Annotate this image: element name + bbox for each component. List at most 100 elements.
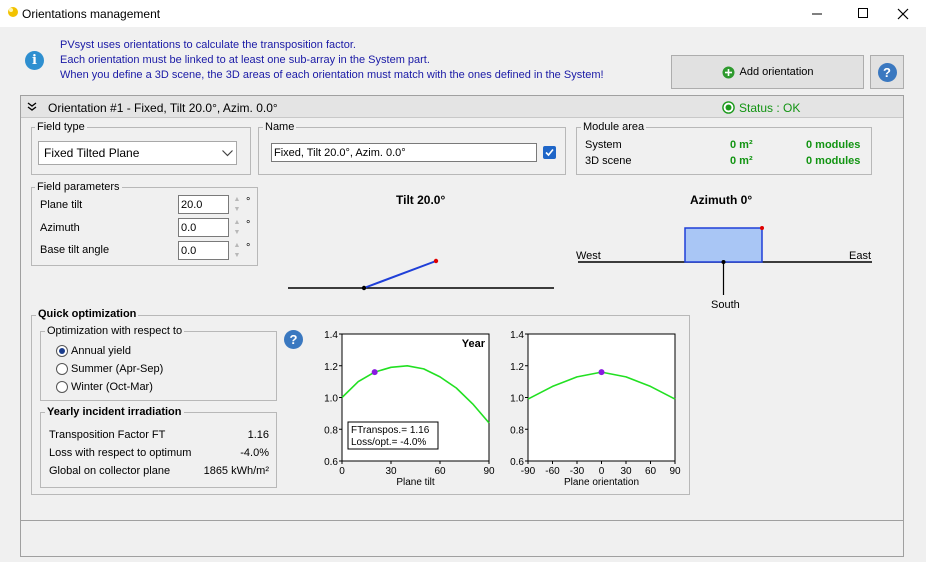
- info-line-2: Each orientation must be linked to at le…: [60, 54, 430, 66]
- annual-yield-label: Annual yield: [71, 345, 131, 357]
- winter-label: Winter (Oct-Mar): [71, 381, 153, 393]
- plane-tilt-down-icon[interactable]: ▼: [232, 205, 242, 214]
- help-button[interactable]: ?: [870, 55, 904, 89]
- tilt-chart-y-tick-label: 1.0: [324, 394, 338, 405]
- orient-chart-y-tick-label: 1.4: [510, 330, 524, 341]
- radio-winter[interactable]: [56, 381, 68, 393]
- summer-label: Summer (Apr-Sep): [71, 363, 164, 375]
- add-orientation-label: Add orientation: [739, 66, 814, 78]
- plane-tilt-unit: °: [246, 196, 251, 208]
- name-value: Fixed, Tilt 20.0°, Azim. 0.0°: [274, 147, 406, 159]
- azimuth-label: Azimuth: [40, 222, 80, 234]
- minimize-icon: [811, 13, 822, 15]
- status-text: Status : OK: [739, 101, 801, 115]
- tilted-plane-line: [363, 260, 437, 289]
- yearly-irradiation-title: Yearly incident irradiation: [45, 406, 184, 418]
- checkmark-icon: [545, 148, 554, 157]
- tilt-chart-current-point: [371, 369, 378, 376]
- plane-tilt-up-icon[interactable]: ▲: [232, 195, 242, 204]
- azimuth-diagram: [578, 226, 872, 295]
- plane-top-point: [433, 258, 439, 264]
- field-type-select[interactable]: Fixed Tilted Plane: [38, 141, 237, 165]
- name-title: Name: [263, 121, 297, 133]
- tilt-chart-x-tick-label: 90: [483, 466, 495, 477]
- pivot-point: [361, 285, 367, 291]
- collapse-chevron-icon[interactable]: [27, 102, 37, 112]
- orient-chart-x-tick-label: 60: [645, 466, 657, 477]
- tilt-diagram: [288, 258, 554, 291]
- azimuth-unit: °: [246, 219, 251, 231]
- global-collector-value: 1865 kWh/m²: [203, 465, 269, 477]
- orient-chart-x-tick-label: 0: [599, 466, 605, 477]
- orientation-title: Orientation #1 - Fixed, Tilt 20.0°, Azim…: [48, 101, 278, 115]
- panel-rect: [684, 227, 763, 263]
- tilt-chart-y-tick-label: 0.8: [324, 425, 338, 436]
- module-area-3d-modules: 0 modules: [806, 155, 861, 167]
- base-tilt-label: Base tilt angle: [40, 244, 110, 256]
- loss-optimum-value: -4.0%: [240, 447, 269, 459]
- base-tilt-up-icon[interactable]: ▲: [232, 241, 242, 250]
- module-area-system-area: 0 m²: [730, 139, 753, 151]
- info-icon: i: [25, 51, 44, 70]
- quick-optimization-title: Quick optimization: [36, 308, 139, 320]
- orientation-optimization-chart: 0.60.81.01.21.4-90 -60 -30 0 30 60 90Plane ori…: [510, 330, 681, 487]
- maximize-icon: [857, 8, 868, 18]
- plane-tilt-value: 20.0: [181, 199, 203, 211]
- panel-corner-point: [760, 226, 764, 230]
- module-area-3d-area: 0 m²: [730, 155, 753, 167]
- name-input[interactable]: Fixed, Tilt 20.0°, Azim. 0.0°: [271, 143, 537, 162]
- transposition-factor-label: Transposition Factor FT: [49, 429, 166, 441]
- quick-opt-help-icon[interactable]: ?: [284, 330, 303, 349]
- bottom-bar: [20, 521, 904, 557]
- radio-summer[interactable]: [56, 363, 68, 375]
- base-tilt-down-icon[interactable]: ▼: [232, 251, 242, 260]
- tilt-chart-annotation-line: FTranspos.= 1.16: [351, 425, 430, 436]
- info-line-1: PVsyst uses orientations to calculate th…: [60, 39, 356, 51]
- plane-tilt-label: Plane tilt: [40, 199, 83, 211]
- field-type-value: Fixed Tilted Plane: [44, 146, 140, 160]
- field-parameters-title: Field parameters: [35, 181, 122, 193]
- orient-chart-x-tick-label: 90: [669, 466, 681, 477]
- radio-annual-yield[interactable]: [56, 345, 68, 357]
- west-label: West: [576, 250, 601, 262]
- close-icon: [897, 8, 909, 19]
- tilt-chart-period-label: Year: [462, 338, 486, 350]
- chevron-down-icon: [222, 150, 233, 157]
- module-area-3d-label: 3D scene: [585, 155, 632, 167]
- global-collector-label: Global on collector plane: [49, 465, 171, 477]
- minimize-button[interactable]: [794, 0, 840, 27]
- add-icon: [722, 66, 734, 78]
- base-tilt-unit: °: [246, 242, 251, 254]
- module-area-title: Module area: [581, 121, 647, 133]
- azimuth-value: 0.0: [181, 222, 197, 234]
- orient-chart-x-tick-label: -30: [570, 466, 585, 477]
- center-point: [721, 260, 726, 264]
- module-area-system-modules: 0 modules: [806, 139, 861, 151]
- orient-chart-x-tick-label: -90: [521, 466, 536, 477]
- base-tilt-input[interactable]: 0.0: [178, 241, 229, 260]
- help-icon: ?: [877, 62, 897, 82]
- tilt-chart-annotation-line: Loss/opt.= -4.0%: [351, 437, 426, 448]
- azimuth-input[interactable]: 0.0: [178, 218, 229, 237]
- orient-chart-y-tick-label: 1.2: [510, 362, 524, 373]
- tilt-chart-x-axis-label: Plane tilt: [396, 477, 435, 487]
- tilt-chart-y-tick-label: 1.2: [324, 362, 338, 373]
- module-area-system-label: System: [585, 139, 622, 151]
- add-orientation-button[interactable]: Add orientation: [671, 55, 864, 89]
- close-button[interactable]: [880, 0, 926, 27]
- orient-chart-y-tick-label: 0.8: [510, 425, 524, 436]
- south-label: South: [711, 299, 740, 311]
- module-area-group: [576, 127, 872, 175]
- field-type-title: Field type: [35, 121, 87, 133]
- azimuth-down-icon[interactable]: ▼: [232, 228, 242, 237]
- azimuth-up-icon[interactable]: ▲: [232, 218, 242, 227]
- info-line-3: When you define a 3D scene, the 3D areas…: [60, 69, 604, 81]
- status-ok-icon: [722, 101, 735, 114]
- name-checkbox[interactable]: [543, 146, 556, 159]
- transposition-factor-value: 1.16: [247, 429, 269, 441]
- orient-chart-current-point: [598, 369, 605, 376]
- orient-chart-plot-area: [527, 333, 676, 462]
- azimuth-diagram-title: Azimuth 0°: [690, 193, 753, 207]
- plane-tilt-input[interactable]: 20.0: [178, 195, 229, 214]
- loss-optimum-label: Loss with respect to optimum: [49, 447, 192, 459]
